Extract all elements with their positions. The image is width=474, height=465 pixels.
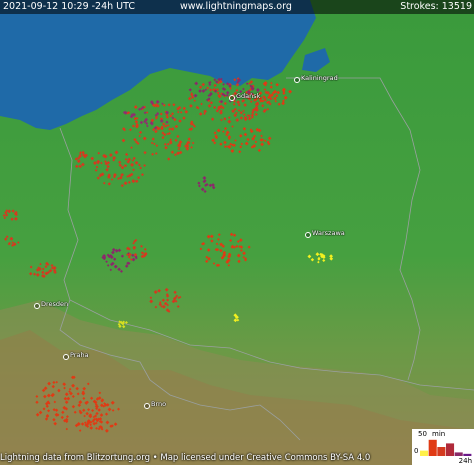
legend-unit: min xyxy=(432,430,446,438)
city-marker xyxy=(294,77,300,83)
city-label: Warszawa xyxy=(312,229,345,237)
city-label: Gdańsk xyxy=(236,92,261,100)
attribution-bar: Lightning data from Blitzortung.org • Ma… xyxy=(0,452,400,465)
legend-max: 50 xyxy=(418,430,427,438)
strokes-value: 13519 xyxy=(441,1,472,12)
city-label: Kaliningrad xyxy=(301,74,338,82)
city-label: Dresden xyxy=(41,300,69,308)
legend-histogram xyxy=(420,439,472,456)
legend-bar xyxy=(420,450,429,456)
city-marker xyxy=(63,354,69,360)
legend-zero: 0 xyxy=(414,447,419,455)
strokes-label: Strokes: xyxy=(400,1,439,12)
strokes-counter: Strokes: 13519 xyxy=(400,0,472,14)
top-info-bar: 2021-09-12 10:29 -24h UTC www.lightningm… xyxy=(0,0,474,14)
legend-bar xyxy=(437,447,446,456)
city-marker xyxy=(34,303,40,309)
city-label: Brno xyxy=(151,400,167,408)
city-marker xyxy=(305,232,311,238)
legend-bar xyxy=(428,439,437,456)
time-legend: 50 min 0 24h xyxy=(412,429,474,465)
site-url[interactable]: www.lightningmaps.org xyxy=(180,0,292,14)
city-marker xyxy=(144,403,150,409)
legend-bar xyxy=(463,453,472,456)
timestamp-label: 2021-09-12 10:29 -24h UTC xyxy=(3,1,136,12)
map-canvas xyxy=(0,0,474,465)
attribution-text: Lightning data from Blitzortung.org • Ma… xyxy=(0,453,371,463)
legend-bar xyxy=(446,443,455,456)
legend-range: 24h xyxy=(458,457,472,465)
legend-bar xyxy=(454,452,463,456)
city-label: Praha xyxy=(70,351,89,359)
lightning-map: Gdańsk Kaliningrad Warszawa Dresden Praha Brn… xyxy=(0,0,474,465)
city-marker xyxy=(229,95,235,101)
